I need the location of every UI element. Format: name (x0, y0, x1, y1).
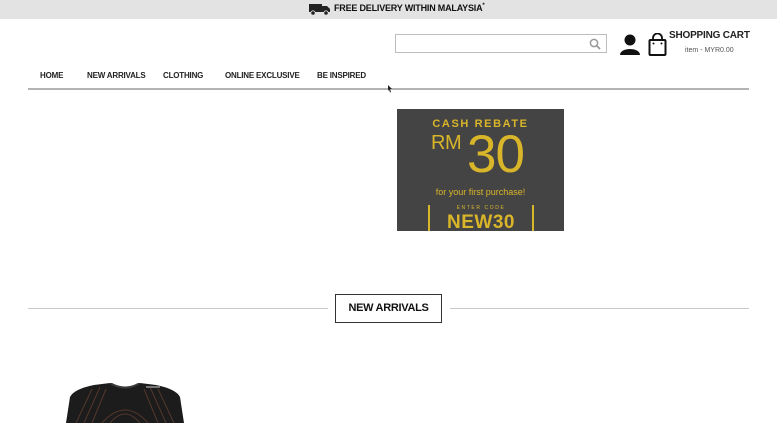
search-box[interactable] (395, 34, 607, 53)
section-title-new-arrivals: NEW ARRIVALS (335, 294, 442, 323)
product-image[interactable] (62, 383, 188, 423)
banner-amount: 30 (467, 125, 525, 184)
banner-currency: RM (431, 132, 462, 154)
announcement-text: FREE DELIVERY WITHIN MALAYSIA* (334, 3, 485, 13)
nav-item-home[interactable]: HOME (40, 71, 63, 80)
nav-item-be-inspired[interactable]: BE INSPIRED (317, 71, 366, 80)
promo-code: NEW30 (447, 212, 515, 231)
promo-banner[interactable]: CASH REBATE RM 30 for your first purchas… (397, 109, 564, 231)
promo-code-box: ENTER CODE NEW30 (428, 205, 534, 231)
shopping-cart-link[interactable]: SHOPPING CART (669, 30, 750, 41)
search-icon[interactable] (589, 38, 601, 50)
truck-icon (309, 4, 330, 16)
announcement-bar: FREE DELIVERY WITHIN MALAYSIA* (0, 0, 777, 19)
nav-item-online-exclusive[interactable]: ONLINE EXCLUSIVE (225, 71, 300, 80)
cart-summary[interactable]: item - MYR0.00 (685, 47, 734, 54)
nav-item-clothing[interactable]: CLOTHING (163, 71, 203, 80)
user-icon[interactable] (620, 33, 640, 56)
banner-subtext: for your first purchase! (435, 187, 526, 197)
nav-item-new-arrivals[interactable]: NEW ARRIVALS (87, 71, 146, 80)
shopping-bag-icon[interactable] (648, 33, 667, 56)
search-input[interactable] (399, 37, 579, 50)
section-divider-right (450, 308, 749, 309)
section-divider-left (28, 308, 328, 309)
cursor-icon (388, 85, 392, 93)
announcement-asterisk: * (482, 3, 485, 9)
promo-code-label: ENTER CODE (430, 205, 532, 211)
